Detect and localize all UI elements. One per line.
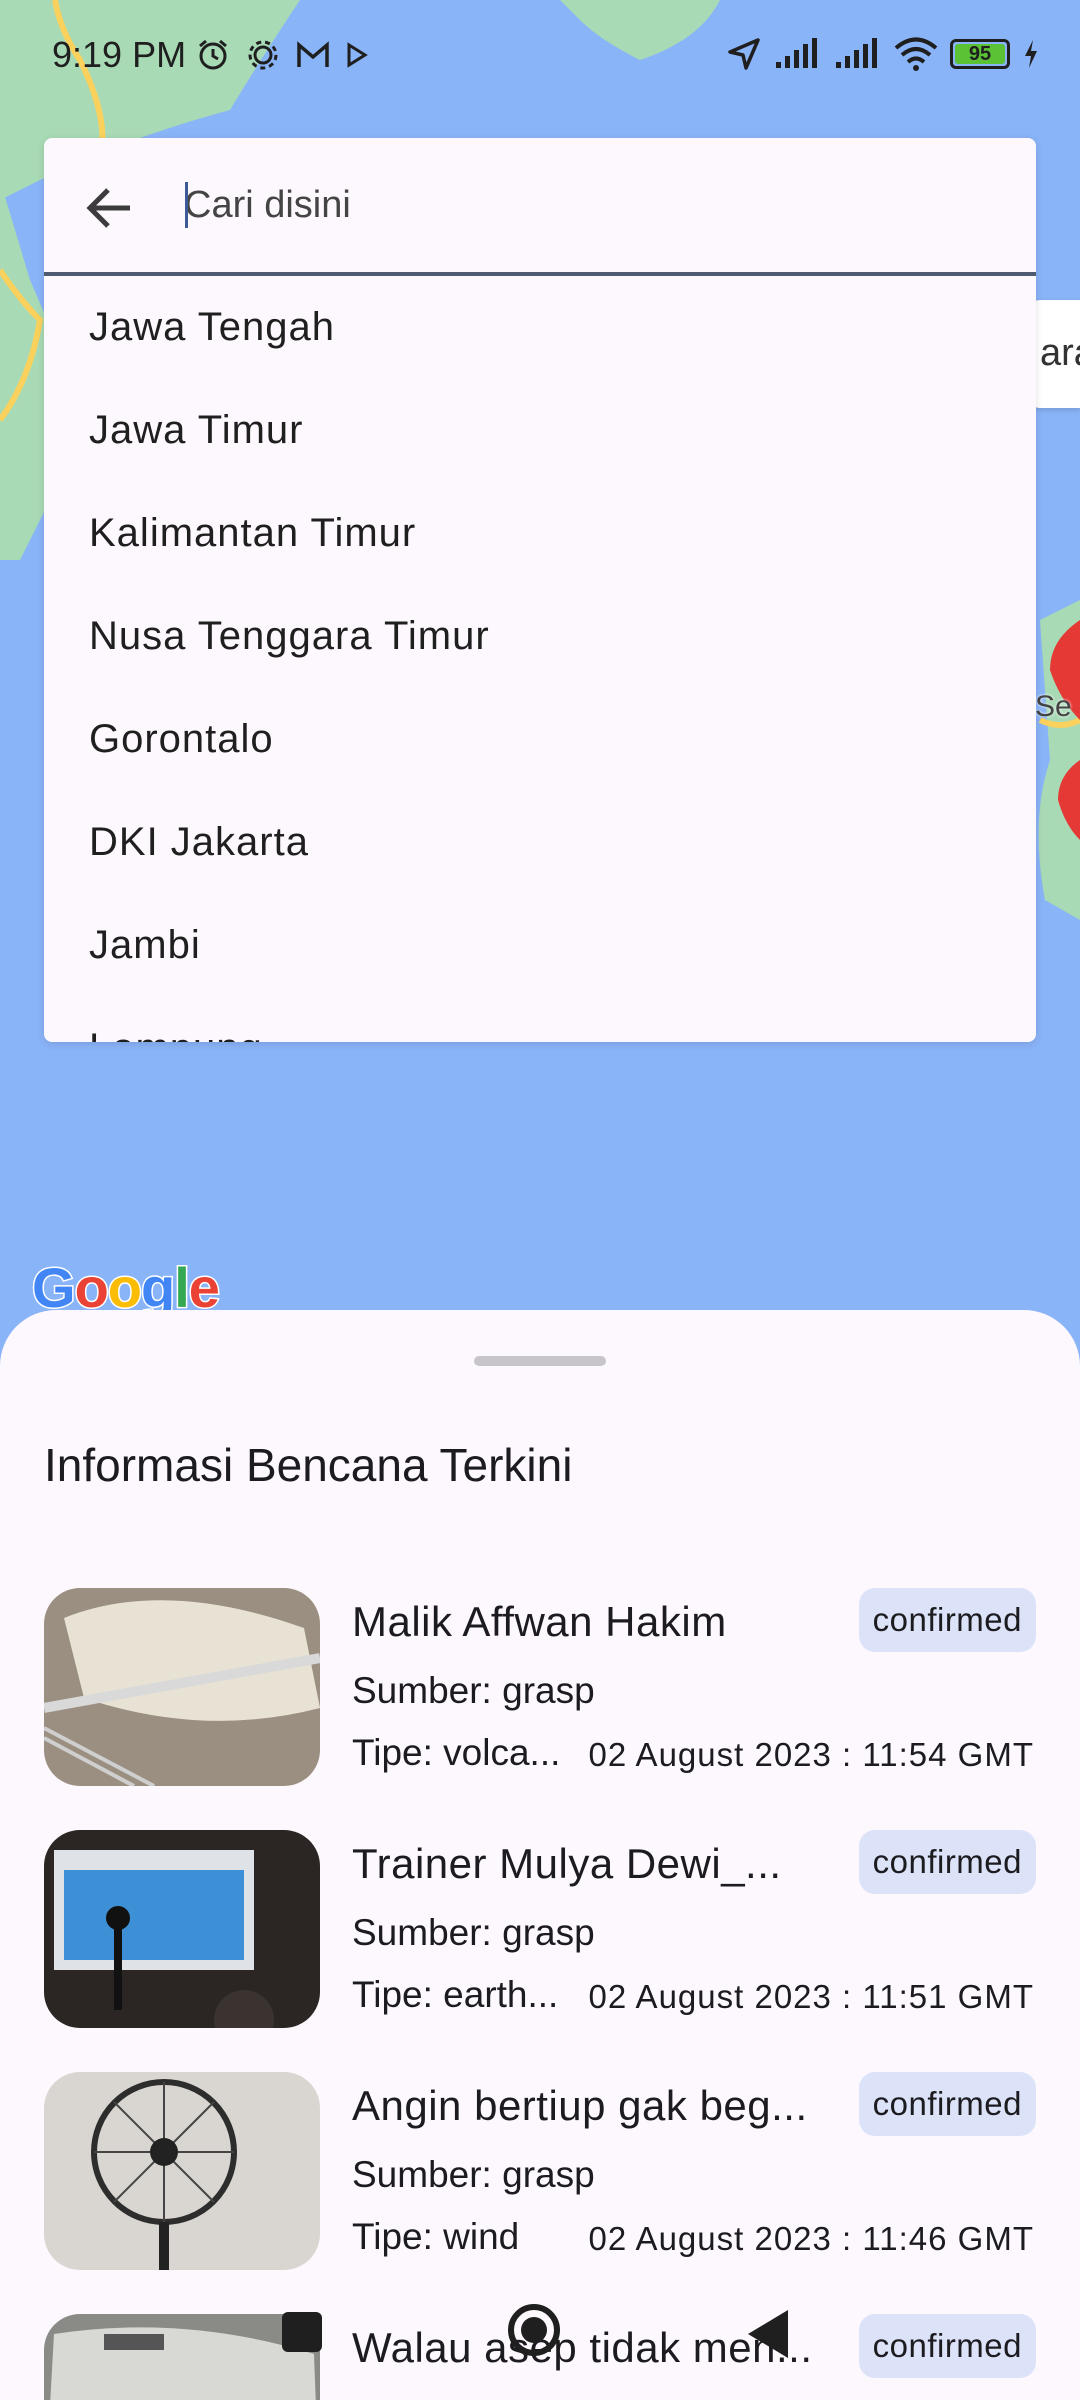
map-chip-label: ara bbox=[1040, 332, 1080, 374]
search-input[interactable] bbox=[184, 168, 1004, 242]
province-list: Jawa Tengah Jawa Timur Kalimantan Timur … bbox=[44, 276, 1036, 1042]
report-type: Tipe: wind bbox=[352, 2216, 520, 2257]
location-icon bbox=[728, 38, 760, 70]
signal-icon bbox=[836, 38, 877, 68]
battery-level: 95 bbox=[968, 42, 992, 65]
report-thumbnail bbox=[44, 1830, 320, 2028]
province-item[interactable]: Lampung bbox=[44, 997, 1036, 1042]
report-source: Sumber: grasp bbox=[352, 1670, 595, 1711]
search-bar bbox=[44, 138, 1036, 276]
notification-icons bbox=[196, 38, 368, 72]
system-icons: 95 bbox=[726, 36, 1040, 72]
report-thumbnail bbox=[44, 2072, 320, 2270]
alarm-icon bbox=[199, 39, 227, 70]
status-badge: confirmed bbox=[858, 1830, 1036, 1894]
status-time: 9:19 PM bbox=[52, 34, 187, 75]
settings-icon bbox=[248, 40, 278, 70]
play-store-icon bbox=[347, 42, 368, 68]
report-card[interactable]: Malik Affwan Hakim confirmed Sumber: gra… bbox=[44, 1588, 1036, 1788]
report-date: 02 August 2023 : 11:46 GMT bbox=[588, 2220, 1034, 2257]
province-item[interactable]: DKI Jakarta bbox=[44, 791, 1036, 894]
province-item[interactable]: Kalimantan Timur bbox=[44, 482, 1036, 585]
sheet-title: Informasi Bencana Terkini bbox=[44, 1439, 573, 1491]
report-title: Malik Affwan Hakim bbox=[352, 1598, 727, 1645]
status-badge: confirmed bbox=[858, 1588, 1036, 1652]
status-badge: confirmed bbox=[858, 2072, 1036, 2136]
back-nav-button[interactable] bbox=[748, 2310, 788, 2358]
report-source: Sumber: grasp bbox=[352, 1912, 595, 1953]
province-item[interactable]: Jawa Tengah bbox=[44, 276, 1036, 379]
battery-icon: 95 bbox=[950, 39, 1010, 69]
status-bar: 9:19 PM 95 bbox=[0, 0, 1080, 116]
province-item[interactable]: Nusa Tenggara Timur bbox=[44, 585, 1036, 688]
map-filter-chip[interactable]: ara bbox=[1030, 300, 1080, 408]
back-button[interactable] bbox=[80, 178, 140, 238]
report-type: Tipe: earth... bbox=[352, 1974, 559, 2015]
home-button[interactable] bbox=[508, 2304, 560, 2356]
report-card[interactable]: Trainer Mulya Dewi_... confirmed Sumber:… bbox=[44, 1830, 1036, 2030]
province-item[interactable]: Gorontalo bbox=[44, 688, 1036, 791]
report-date: 02 August 2023 : 11:54 GMT bbox=[588, 1736, 1034, 1773]
wifi-icon bbox=[894, 37, 938, 71]
report-thumbnail bbox=[44, 1588, 320, 1786]
map-place-label: Se bbox=[1035, 690, 1072, 723]
bottom-sheet[interactable]: Informasi Bencana Terkini Malik Affwan H… bbox=[0, 1310, 1080, 2400]
report-source: Sumber: grasp bbox=[352, 2154, 595, 2195]
arrow-back-icon bbox=[86, 188, 130, 228]
charging-icon bbox=[1025, 40, 1037, 68]
report-type: Tipe: volca... bbox=[352, 1732, 561, 1773]
report-title: Angin bertiup gak beg... bbox=[352, 2082, 808, 2129]
gmail-icon bbox=[297, 41, 329, 67]
search-dropdown: Jawa Tengah Jawa Timur Kalimantan Timur … bbox=[44, 138, 1036, 1042]
province-item[interactable]: Jawa Timur bbox=[44, 379, 1036, 482]
signal-icon bbox=[776, 38, 817, 68]
text-cursor bbox=[185, 182, 188, 228]
drag-handle[interactable] bbox=[474, 1356, 606, 1366]
report-date: 02 August 2023 : 11:51 GMT bbox=[588, 1978, 1034, 2015]
report-title: Trainer Mulya Dewi_... bbox=[352, 1840, 782, 1887]
province-item[interactable]: Jambi bbox=[44, 894, 1036, 997]
recent-apps-button[interactable] bbox=[282, 2312, 322, 2352]
navigation-bar bbox=[0, 2290, 1080, 2400]
report-card[interactable]: Angin bertiup gak beg... confirmed Sumbe… bbox=[44, 2072, 1036, 2272]
